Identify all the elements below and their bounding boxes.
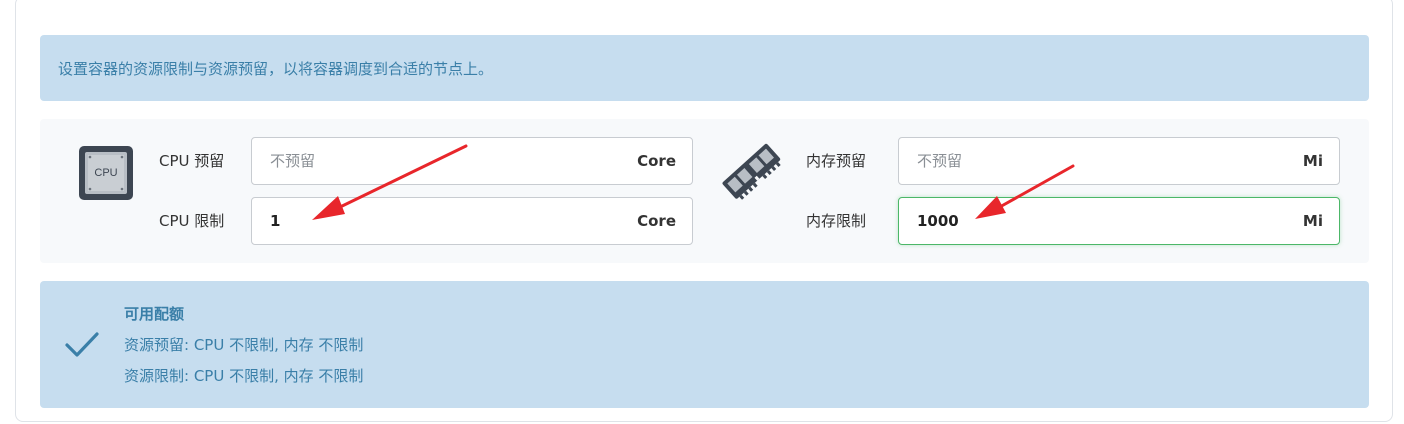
memory-reservation-input[interactable] bbox=[917, 152, 1303, 170]
memory-stick-icon bbox=[722, 143, 781, 200]
info-banner: 设置容器的资源限制与资源预留，以将容器调度到合适的节点上。 bbox=[40, 35, 1369, 101]
cpu-limit-unit: Core bbox=[637, 212, 676, 230]
cpu-icon-text: CPU bbox=[94, 167, 117, 179]
memory-reservation-unit: Mi bbox=[1302, 152, 1323, 170]
cpu-limit-input[interactable] bbox=[270, 212, 638, 230]
quota-limit-line: 资源限制: CPU 不限制, 内存 不限制 bbox=[124, 367, 364, 385]
memory-limit-label: 内存限制 bbox=[806, 212, 867, 230]
memory-reservation-field: Mi bbox=[898, 137, 1340, 185]
cpu-reservation-field: Core bbox=[251, 137, 693, 185]
cpu-limit-label: CPU 限制 bbox=[159, 212, 225, 230]
cpu-reservation-unit: Core bbox=[637, 152, 676, 170]
cpu-reservation-input[interactable] bbox=[270, 152, 638, 170]
info-banner-text: 设置容器的资源限制与资源预留，以将容器调度到合适的节点上。 bbox=[58, 59, 494, 78]
quota-reservation-line: 资源预留: CPU 不限制, 内存 不限制 bbox=[124, 336, 364, 354]
memory-limit-unit: Mi bbox=[1302, 212, 1323, 230]
cpu-chip-icon: CPU bbox=[79, 146, 133, 200]
memory-limit-input[interactable] bbox=[917, 212, 1303, 230]
quota-title: 可用配额 bbox=[124, 305, 185, 323]
cpu-reservation-label: CPU 预留 bbox=[159, 152, 225, 170]
memory-limit-field: Mi bbox=[898, 197, 1340, 245]
memory-reservation-label: 内存预留 bbox=[806, 152, 867, 170]
check-icon bbox=[65, 332, 99, 357]
cpu-limit-field: Core bbox=[251, 197, 693, 245]
